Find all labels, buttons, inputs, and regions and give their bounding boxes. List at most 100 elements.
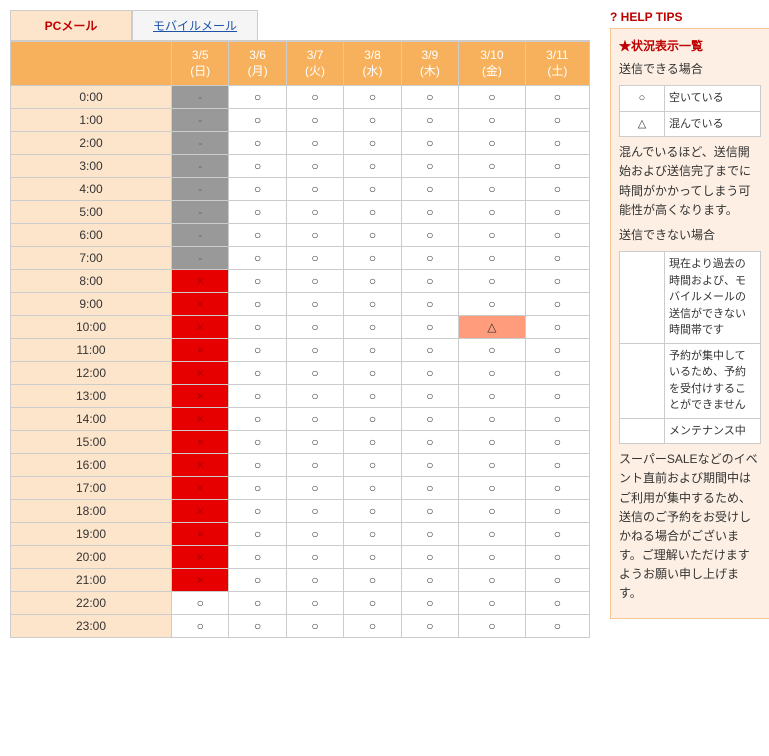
slot-cell[interactable]: ○: [286, 155, 343, 178]
slot-cell[interactable]: ○: [344, 477, 401, 500]
slot-cell[interactable]: ○: [344, 316, 401, 339]
slot-cell[interactable]: ○: [286, 316, 343, 339]
slot-cell[interactable]: ○: [459, 615, 526, 638]
slot-cell[interactable]: ○: [459, 500, 526, 523]
slot-cell[interactable]: ×: [172, 408, 229, 431]
slot-cell[interactable]: ○: [344, 523, 401, 546]
slot-cell[interactable]: ×: [172, 270, 229, 293]
tab-pc-mail[interactable]: PCメール: [10, 10, 132, 40]
slot-cell[interactable]: ○: [525, 569, 589, 592]
slot-cell[interactable]: ○: [286, 408, 343, 431]
slot-cell[interactable]: ○: [286, 592, 343, 615]
slot-cell[interactable]: ○: [525, 615, 589, 638]
slot-cell[interactable]: ○: [401, 615, 458, 638]
slot-cell[interactable]: ○: [525, 362, 589, 385]
slot-cell[interactable]: -: [172, 178, 229, 201]
slot-cell[interactable]: ○: [286, 385, 343, 408]
slot-cell[interactable]: ○: [525, 155, 589, 178]
slot-cell[interactable]: -: [172, 132, 229, 155]
slot-cell[interactable]: ○: [344, 86, 401, 109]
slot-cell[interactable]: -: [172, 109, 229, 132]
slot-cell[interactable]: ○: [525, 270, 589, 293]
slot-cell[interactable]: ○: [401, 500, 458, 523]
slot-cell[interactable]: ○: [525, 86, 589, 109]
slot-cell[interactable]: ○: [229, 592, 286, 615]
slot-cell[interactable]: ○: [525, 132, 589, 155]
slot-cell[interactable]: ○: [401, 408, 458, 431]
slot-cell[interactable]: ×: [172, 546, 229, 569]
slot-cell[interactable]: ○: [525, 477, 589, 500]
slot-cell[interactable]: ○: [401, 546, 458, 569]
slot-cell[interactable]: ×: [172, 385, 229, 408]
slot-cell[interactable]: ○: [229, 247, 286, 270]
slot-cell[interactable]: ○: [229, 109, 286, 132]
slot-cell[interactable]: ○: [344, 454, 401, 477]
slot-cell[interactable]: ○: [344, 293, 401, 316]
slot-cell[interactable]: ×: [172, 316, 229, 339]
slot-cell[interactable]: ○: [344, 270, 401, 293]
slot-cell[interactable]: ○: [344, 385, 401, 408]
slot-cell[interactable]: ○: [344, 431, 401, 454]
slot-cell[interactable]: ○: [286, 500, 343, 523]
slot-cell[interactable]: ○: [401, 477, 458, 500]
slot-cell[interactable]: -: [172, 86, 229, 109]
slot-cell[interactable]: ○: [229, 316, 286, 339]
slot-cell[interactable]: ○: [286, 523, 343, 546]
slot-cell[interactable]: ○: [229, 293, 286, 316]
slot-cell[interactable]: ×: [172, 339, 229, 362]
slot-cell[interactable]: ○: [525, 546, 589, 569]
slot-cell[interactable]: ○: [525, 109, 589, 132]
slot-cell[interactable]: ×: [172, 569, 229, 592]
slot-cell[interactable]: ○: [344, 615, 401, 638]
slot-cell[interactable]: ○: [401, 155, 458, 178]
slot-cell[interactable]: ○: [286, 201, 343, 224]
slot-cell[interactable]: ○: [525, 500, 589, 523]
slot-cell[interactable]: ○: [525, 316, 589, 339]
slot-cell[interactable]: ○: [401, 224, 458, 247]
slot-cell[interactable]: ○: [286, 270, 343, 293]
slot-cell[interactable]: ○: [344, 362, 401, 385]
slot-cell[interactable]: ○: [459, 362, 526, 385]
tab-mobile-link[interactable]: モバイルメール: [153, 19, 237, 33]
slot-cell[interactable]: ○: [229, 500, 286, 523]
slot-cell[interactable]: ○: [344, 569, 401, 592]
slot-cell[interactable]: ○: [172, 592, 229, 615]
slot-cell[interactable]: ○: [344, 178, 401, 201]
slot-cell[interactable]: ○: [401, 339, 458, 362]
slot-cell[interactable]: ○: [286, 569, 343, 592]
slot-cell[interactable]: ○: [286, 615, 343, 638]
slot-cell[interactable]: ○: [344, 408, 401, 431]
slot-cell[interactable]: ○: [459, 569, 526, 592]
slot-cell[interactable]: ○: [459, 454, 526, 477]
slot-cell[interactable]: ○: [344, 224, 401, 247]
slot-cell[interactable]: ○: [459, 477, 526, 500]
slot-cell[interactable]: ○: [459, 339, 526, 362]
slot-cell[interactable]: ○: [401, 362, 458, 385]
slot-cell[interactable]: ○: [401, 523, 458, 546]
slot-cell[interactable]: ×: [172, 454, 229, 477]
slot-cell[interactable]: ○: [229, 431, 286, 454]
slot-cell[interactable]: ○: [459, 86, 526, 109]
slot-cell[interactable]: ○: [459, 270, 526, 293]
slot-cell[interactable]: ○: [525, 247, 589, 270]
slot-cell[interactable]: ○: [459, 523, 526, 546]
slot-cell[interactable]: ○: [525, 431, 589, 454]
slot-cell[interactable]: ○: [459, 247, 526, 270]
slot-cell[interactable]: ○: [459, 431, 526, 454]
slot-cell[interactable]: ○: [344, 132, 401, 155]
slot-cell[interactable]: ○: [344, 155, 401, 178]
slot-cell[interactable]: ○: [229, 270, 286, 293]
slot-cell[interactable]: ○: [344, 109, 401, 132]
slot-cell[interactable]: ○: [229, 201, 286, 224]
slot-cell[interactable]: ○: [229, 362, 286, 385]
slot-cell[interactable]: ○: [286, 132, 343, 155]
slot-cell[interactable]: ○: [525, 201, 589, 224]
slot-cell[interactable]: ○: [459, 546, 526, 569]
slot-cell[interactable]: ○: [286, 178, 343, 201]
slot-cell[interactable]: ○: [344, 546, 401, 569]
slot-cell[interactable]: ○: [525, 523, 589, 546]
slot-cell[interactable]: ○: [459, 132, 526, 155]
slot-cell[interactable]: -: [172, 247, 229, 270]
slot-cell[interactable]: ×: [172, 293, 229, 316]
slot-cell[interactable]: ○: [286, 546, 343, 569]
